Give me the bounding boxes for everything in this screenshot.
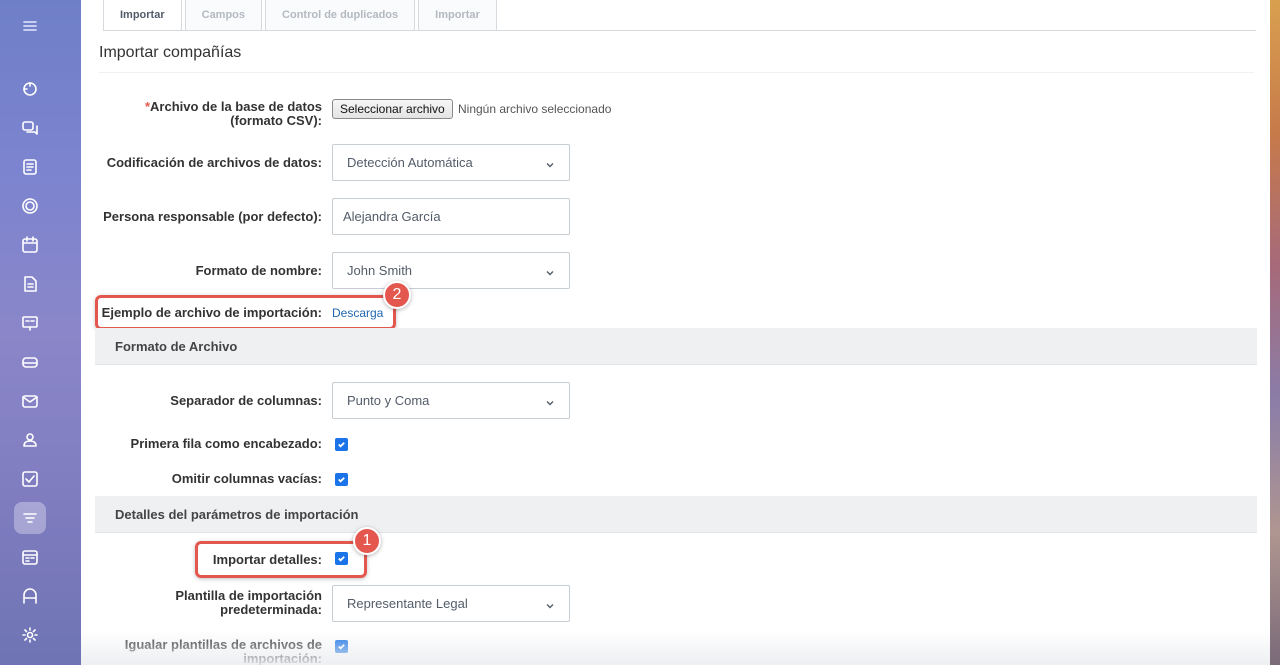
calendar-icon[interactable] [14, 229, 46, 261]
schedule-icon[interactable] [14, 541, 46, 573]
match-templates-label-line1: Igualar plantillas de archivos de [124, 637, 322, 652]
check-icon [338, 477, 345, 483]
left-sidebar [0, 0, 81, 665]
feed-icon[interactable] [14, 151, 46, 183]
annotation-badge-2: 2 [383, 281, 411, 309]
chat-icon[interactable] [14, 112, 46, 144]
skip-empty-label: Omitir columnas vacías: [171, 471, 322, 486]
presentation-icon[interactable] [14, 307, 46, 339]
default-template-select[interactable]: Representante Legal [332, 585, 570, 622]
activity-icon[interactable] [14, 73, 46, 105]
name-format-label: Formato de nombre: [195, 263, 322, 278]
default-template-label-line2: predeterminada: [220, 602, 322, 617]
title-divider [99, 72, 1254, 73]
chevron-down-icon [545, 158, 555, 168]
first-row-header-checkbox[interactable] [335, 438, 348, 451]
skip-empty-checkbox[interactable] [335, 473, 348, 486]
annotation-badge-1: 1 [353, 527, 381, 555]
chevron-down-icon [545, 599, 555, 609]
menu-icon[interactable] [14, 10, 46, 42]
check-icon [338, 442, 345, 448]
tab-fields[interactable]: Campos [184, 0, 263, 31]
file-label: *Archivo de la base de datos (formato CS… [145, 100, 322, 128]
encoding-select[interactable]: Detección Automática [332, 144, 570, 181]
checklist-icon[interactable] [14, 463, 46, 495]
section-import-details: Detalles del parámetros de importación [95, 496, 1257, 533]
tab-import-final[interactable]: Importar [418, 0, 497, 31]
default-template-label-line1: Plantilla de importación [175, 588, 322, 603]
mail-icon[interactable] [14, 385, 46, 417]
tab-bar: Importar Campos Control de duplicados Im… [103, 0, 500, 31]
separator-value: Punto y Coma [347, 393, 430, 408]
check-icon [338, 644, 345, 650]
settings-icon[interactable] [14, 619, 46, 651]
chevron-down-icon [545, 266, 555, 276]
name-format-select[interactable]: John Smith [332, 252, 570, 289]
highlight-box-2 [95, 295, 396, 330]
highlight-box-1 [195, 541, 367, 578]
page-title: Importar compañías [99, 44, 242, 61]
default-template-label: Plantilla de importación predeterminada: [175, 589, 322, 617]
sites-icon[interactable] [14, 580, 46, 612]
encoding-label: Codificación de archivos de datos: [106, 155, 322, 170]
encoding-value: Detección Automática [347, 155, 473, 170]
tab-duplicate-control[interactable]: Control de duplicados [265, 0, 416, 31]
tasks-icon[interactable] [14, 190, 46, 222]
document-icon[interactable] [14, 268, 46, 300]
drive-icon[interactable] [14, 346, 46, 378]
match-templates-checkbox[interactable] [335, 640, 348, 653]
background-wallpaper-strip [1270, 0, 1280, 665]
responsible-input[interactable]: Alejandra García [332, 198, 570, 235]
first-row-header-label: Primera fila como encabezado: [130, 436, 322, 451]
file-label-line2: (formato CSV): [230, 113, 322, 128]
separator-label: Separador de columnas: [170, 393, 322, 408]
crm-filter-icon[interactable] [14, 502, 46, 534]
tabs-divider [103, 30, 1256, 31]
match-templates-label-line2: importación: [243, 651, 322, 665]
section-file-format: Formato de Archivo [95, 328, 1257, 365]
contacts-icon[interactable] [14, 424, 46, 456]
tab-import[interactable]: Importar [103, 0, 182, 31]
file-label-line1: Archivo de la base de datos [150, 99, 322, 114]
choose-file-button[interactable]: Seleccionar archivo [332, 99, 453, 119]
match-templates-label: Igualar plantillas de archivos de import… [125, 638, 322, 665]
name-format-value: John Smith [347, 263, 413, 278]
default-template-value: Representante Legal [347, 596, 468, 611]
import-panel: Importar Campos Control de duplicados Im… [81, 0, 1270, 665]
chevron-down-icon [545, 396, 555, 406]
separator-select[interactable]: Punto y Coma [332, 382, 570, 419]
file-status: Ningún archivo seleccionado [458, 102, 612, 116]
responsible-label: Persona responsable (por defecto): [103, 209, 322, 224]
